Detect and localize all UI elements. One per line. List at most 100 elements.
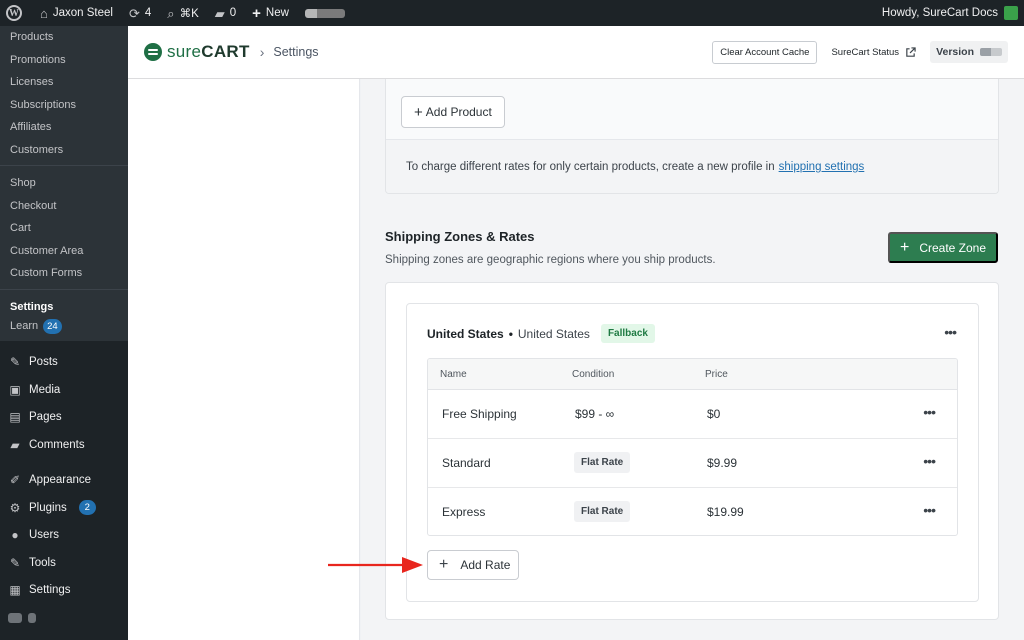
- user-icon: ●: [11, 528, 19, 543]
- zone-more-options-icon[interactable]: •••: [944, 324, 957, 340]
- surecart-status-link[interactable]: SureCart Status: [825, 47, 922, 58]
- surecart-header: sureCART › Settings Clear Account Cache …: [128, 26, 1024, 79]
- zone-name: United States: [427, 326, 504, 341]
- sidebar-item-label: Tools: [29, 556, 56, 569]
- paintbrush-icon: ✐: [9, 473, 21, 488]
- rate-more-options-icon[interactable]: •••: [923, 502, 936, 518]
- section-description: Shipping zones are geographic regions wh…: [385, 254, 716, 266]
- sidebar-item-customers[interactable]: Customers: [0, 139, 128, 162]
- sidebar-item-subscriptions[interactable]: Subscriptions: [0, 94, 128, 117]
- howdy-user-link[interactable]: Howdy, SureCart Docs: [882, 7, 998, 19]
- sidebar-item-promotions[interactable]: Promotions: [0, 49, 128, 72]
- brand-name: sureCART: [167, 42, 250, 62]
- sidebar-item-settings-current[interactable]: Settings: [0, 296, 128, 319]
- sidebar-item-checkout[interactable]: Checkout: [0, 195, 128, 218]
- sidebar-item-pages[interactable]: ▤ Pages: [0, 404, 128, 432]
- version-label: Version: [936, 46, 974, 58]
- search-icon: ⌕: [167, 5, 175, 21]
- user-avatar[interactable]: [1004, 6, 1018, 20]
- surecart-logo[interactable]: sureCART: [144, 42, 250, 62]
- chevron-right-icon: ›: [259, 44, 265, 60]
- fallback-badge: Fallback: [600, 324, 655, 343]
- rate-more-options-icon[interactable]: •••: [923, 453, 936, 469]
- external-link-icon: [906, 46, 916, 57]
- table-row[interactable]: Free Shipping $99 - ∞ $0 •••: [428, 390, 957, 439]
- command-palette-link[interactable]: ⌕ ⌘K: [159, 0, 206, 26]
- new-content-link[interactable]: + New: [244, 0, 297, 26]
- sidebar-item-label: Settings: [29, 584, 71, 597]
- zone-separator: •: [508, 326, 513, 341]
- settings-icon: ▦: [9, 583, 21, 598]
- submenu-divider: [0, 165, 128, 166]
- sidebar-item-affiliates[interactable]: Affiliates: [0, 116, 128, 139]
- column-header-name: Name: [440, 369, 467, 380]
- profile-note: To charge different rates for only certa…: [386, 139, 998, 193]
- table-row[interactable]: Standard Flat Rate $9.99 •••: [428, 439, 957, 488]
- sidebar-item-plugins[interactable]: ⚙ Plugins 2: [0, 494, 128, 522]
- sidebar-item-cart[interactable]: Cart: [0, 217, 128, 240]
- sidebar-item-licenses[interactable]: Licenses: [0, 71, 128, 94]
- plus-icon: +: [414, 103, 423, 121]
- sidebar-item-learn[interactable]: Learn 24: [0, 318, 128, 341]
- sidebar-item-customer-area[interactable]: Customer Area: [0, 240, 128, 263]
- sidebar-item-media[interactable]: ▣ Media: [0, 376, 128, 404]
- zone-header: United States • United States Fallback: [427, 324, 655, 343]
- plus-icon: +: [439, 556, 449, 573]
- settings-nav-pane: [128, 79, 360, 640]
- plus-icon: +: [252, 4, 261, 22]
- rate-more-options-icon[interactable]: •••: [923, 404, 936, 420]
- zone-region: United States: [517, 326, 590, 341]
- rate-condition-tag: Flat Rate: [574, 452, 631, 473]
- sidebar-item-label: Comments: [29, 438, 85, 451]
- version-indicator: Version: [930, 41, 1008, 63]
- admin-sidebar: Products Promotions Licenses Subscriptions A…: [0, 26, 128, 640]
- comments-link[interactable]: ▰ 0: [207, 0, 244, 26]
- shipping-products-card: + Add Product To charge different rates …: [385, 79, 999, 194]
- learn-count-badge: 24: [43, 318, 62, 334]
- sidebar-item-label: Posts: [29, 356, 58, 369]
- sidebar-item-posts[interactable]: ✎ Posts: [0, 349, 128, 377]
- sidebar-item-settings[interactable]: ▦ Settings: [0, 577, 128, 605]
- rate-price: $0: [707, 407, 721, 421]
- sidebar-item-users[interactable]: ● Users: [0, 522, 128, 550]
- add-rate-label: Add Rate: [460, 558, 511, 572]
- site-name-link[interactable]: ⌂ Jaxon Steel: [32, 0, 121, 26]
- add-product-label: Add Product: [425, 105, 492, 119]
- add-product-button[interactable]: + Add Product: [401, 96, 505, 128]
- sidebar-item-appearance[interactable]: ✐ Appearance: [0, 467, 128, 495]
- create-zone-button[interactable]: + Create Zone: [888, 232, 998, 263]
- sidebar-item-label: Appearance: [29, 474, 92, 487]
- add-rate-button[interactable]: + Add Rate: [427, 550, 519, 580]
- sidebar-item-shop[interactable]: Shop: [0, 172, 128, 195]
- sidebar-item-comments[interactable]: ▰ Comments: [0, 431, 128, 459]
- shipping-settings-link[interactable]: shipping settings: [779, 161, 865, 173]
- comments-count: 0: [229, 7, 237, 19]
- rate-price: $19.99: [707, 505, 744, 519]
- sidebar-item-custom-forms[interactable]: Custom Forms: [0, 262, 128, 285]
- wrench-icon: ✎: [9, 555, 21, 570]
- shipping-zone: United States • United States Fallback •…: [406, 303, 979, 602]
- sidebar-item-products[interactable]: Products: [0, 26, 128, 49]
- rate-name: Express: [442, 505, 486, 519]
- sidebar-item-label: Media: [29, 383, 61, 396]
- rates-table: Name Condition Price Free Shipping $99 - …: [427, 358, 958, 536]
- breadcrumb-settings: Settings: [273, 45, 319, 59]
- comment-bubble-icon: ▰: [214, 5, 225, 21]
- updates-link[interactable]: ⟳ 4: [121, 0, 159, 26]
- sidebar-item-label: Learn: [10, 320, 39, 333]
- sidebar-item-tools[interactable]: ✎ Tools: [0, 549, 128, 577]
- wordpress-logo-icon[interactable]: W: [0, 0, 32, 26]
- brand-bold: CART: [201, 42, 250, 61]
- sidebar-item-label: Plugins: [29, 501, 67, 514]
- main-menu: ✎ Posts ▣ Media ▤ Pages ▰ Comments ✐ Appearance ⚙ P…: [0, 341, 128, 605]
- rate-name: Standard: [442, 456, 491, 470]
- collapse-menu-item[interactable]: [0, 608, 128, 628]
- table-row[interactable]: Express Flat Rate $19.99 •••: [428, 488, 957, 535]
- column-header-condition: Condition: [572, 369, 615, 380]
- plus-icon: +: [899, 238, 910, 256]
- rate-name: Free Shipping: [442, 407, 517, 421]
- command-shortcut: ⌘K: [179, 8, 199, 20]
- clear-account-cache-button[interactable]: Clear Account Cache: [712, 40, 818, 64]
- section-title: Shipping Zones & Rates: [385, 229, 535, 244]
- redacted-plugin-item[interactable]: [297, 0, 353, 26]
